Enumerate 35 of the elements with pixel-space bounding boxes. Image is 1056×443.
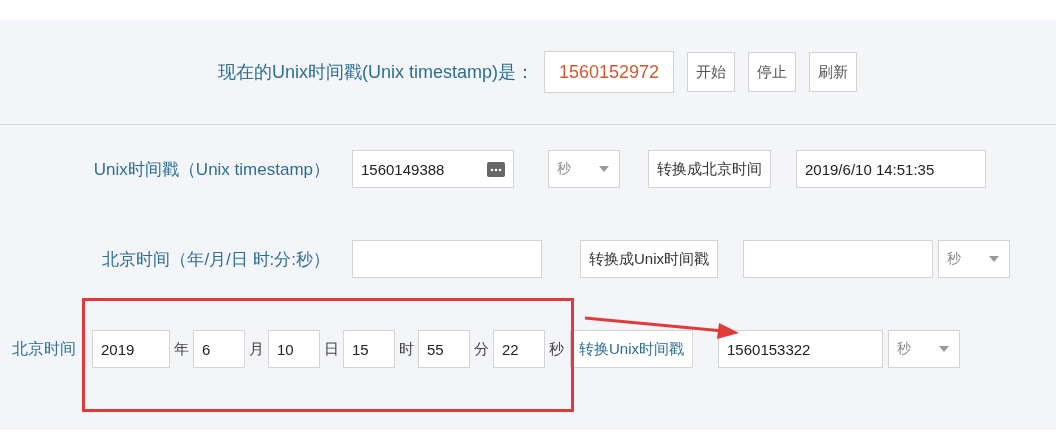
date-part-input[interactable]: 10 — [268, 330, 320, 368]
result-field[interactable] — [743, 240, 933, 278]
date-part-input[interactable]: 6 — [193, 330, 245, 368]
date-part-input[interactable]: 15 — [343, 330, 395, 368]
current-timestamp-value: 1560152972 — [544, 51, 675, 93]
result-field[interactable]: 1560153322 — [718, 330, 883, 368]
datetime-input[interactable] — [352, 240, 542, 278]
date-part-input[interactable]: 22 — [493, 330, 545, 368]
unit-select[interactable]: 秒 — [888, 330, 960, 368]
control-button[interactable]: 开始 — [687, 52, 736, 92]
control-button[interactable]: 刷新 — [809, 52, 858, 92]
timestamp-input[interactable]: 1560149388 — [352, 150, 514, 188]
date-part-unit: 年 — [173, 339, 190, 359]
date-part-input[interactable]: 2019 — [92, 330, 170, 368]
row-label: 北京时间 — [11, 338, 77, 359]
convert-button[interactable]: 转换成北京时间 — [648, 150, 771, 188]
date-part-unit: 月 — [248, 339, 265, 359]
date-part-unit: 时 — [398, 339, 415, 359]
convert-button[interactable]: 转换Unix时间戳 — [570, 330, 693, 368]
caret-icon — [939, 346, 949, 352]
caret-icon — [599, 166, 609, 172]
current-timestamp-label: 现在的Unix时间戳(Unix timestamp)是： — [218, 61, 535, 84]
unit-select[interactable]: 秒 — [548, 150, 620, 188]
result-field[interactable]: 2019/6/10 14:51:35 — [796, 150, 986, 188]
convert-button[interactable]: 转换成Unix时间戳 — [580, 240, 718, 278]
unit-select[interactable]: 秒 — [938, 240, 1010, 278]
date-part-unit: 日 — [323, 339, 340, 359]
ellipsis-icon — [487, 161, 505, 177]
date-part-unit: 分 — [473, 339, 490, 359]
date-part-unit: 秒 — [548, 339, 565, 359]
row-label: 北京时间（年/月/日 时:分:秒） — [101, 248, 330, 271]
caret-icon — [989, 256, 999, 262]
row-label: Unix时间戳（Unix timestamp） — [92, 158, 330, 181]
control-button[interactable]: 停止 — [748, 52, 797, 92]
date-part-input[interactable]: 55 — [418, 330, 470, 368]
